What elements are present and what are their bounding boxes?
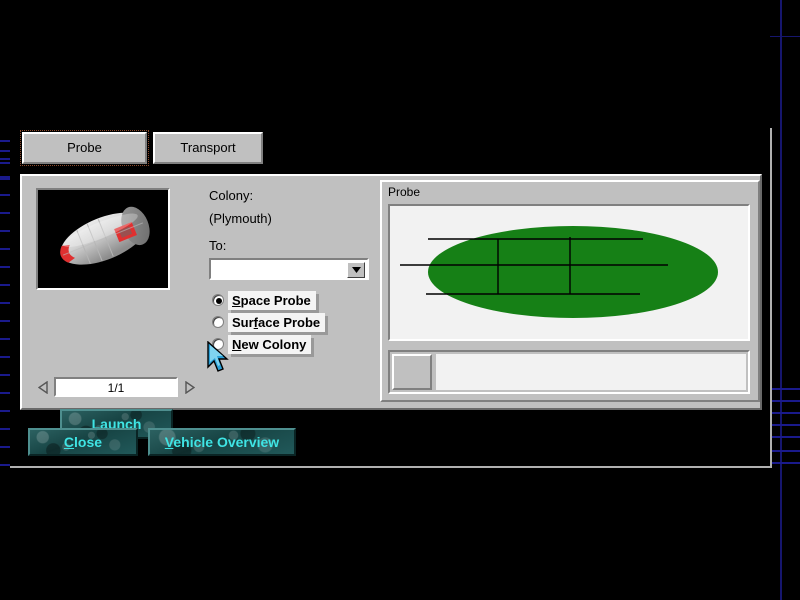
probe-target-diagram	[388, 204, 750, 341]
close-button[interactable]: Close	[28, 428, 138, 456]
destination-select[interactable]	[209, 258, 369, 280]
probe-group-label: Probe	[388, 185, 420, 199]
colony-label: Colony:	[209, 188, 253, 203]
radio-surface-probe[interactable]	[212, 316, 224, 328]
radio-new-colony[interactable]	[212, 338, 224, 350]
tab-transport[interactable]: Transport	[153, 132, 263, 164]
triangle-right-icon[interactable]	[182, 376, 196, 398]
colony-value: (Plymouth)	[209, 211, 272, 226]
radio-surface-probe-label: Surface Probe	[228, 313, 325, 332]
probe-thumbnail-frame	[36, 188, 170, 290]
probe-dialog: Probe Transport	[10, 128, 772, 468]
page-indicator: 1/1	[54, 377, 178, 397]
application-window: Probe Transport	[0, 0, 800, 600]
tab-transport-label: Transport	[180, 140, 235, 155]
radio-new-colony-label: New Colony	[228, 335, 311, 354]
chevron-down-icon[interactable]	[347, 262, 365, 278]
triangle-left-icon[interactable]	[36, 376, 50, 398]
probe-preview-group: Probe	[380, 180, 760, 402]
vehicle-overview-button-label: Vehicle Overview	[165, 434, 279, 450]
radio-space-probe[interactable]	[212, 294, 224, 306]
page-spinner: 1/1	[36, 376, 196, 398]
vehicle-overview-button[interactable]: Vehicle Overview	[148, 428, 296, 456]
probe-status-text	[436, 354, 746, 390]
tab-probe[interactable]: Probe	[22, 132, 147, 164]
tab-probe-label: Probe	[67, 140, 102, 155]
probe-vehicle-render	[38, 190, 168, 288]
tab-panel-probe: 1/1 Launch Colony: (Plymouth) To:	[20, 174, 762, 410]
radio-space-probe-label: Space Probe	[228, 291, 316, 310]
probe-status-bar	[388, 350, 750, 394]
close-button-label: Close	[64, 434, 102, 450]
destination-label: To:	[209, 238, 226, 253]
probe-status-icon[interactable]	[392, 354, 432, 390]
